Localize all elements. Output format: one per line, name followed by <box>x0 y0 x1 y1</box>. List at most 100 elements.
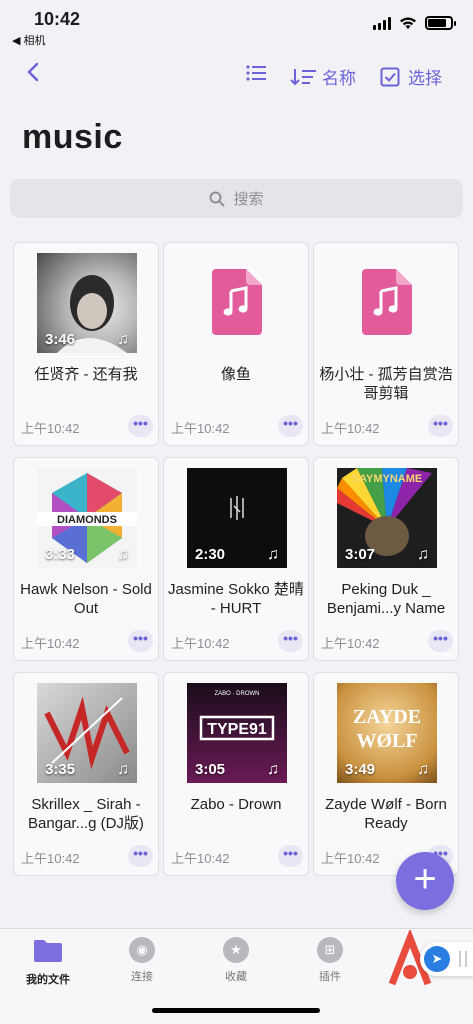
album-cover: 3:46 ♫ <box>37 253 137 353</box>
svg-text:ZABO · DROWN: ZABO · DROWN <box>215 691 260 697</box>
file-name: Zayde Wølf - Born Ready <box>325 796 447 832</box>
file-name: Jasmine Sokko 楚晴 - HURT <box>168 581 304 617</box>
file-date: 上午10:42 <box>21 851 80 866</box>
cart-icon: ⊞ <box>317 937 343 963</box>
album-cover: SAYMYNAME 3:07 ♫ <box>337 468 437 568</box>
file-card[interactable]: 2:30 ♫ Jasmine Sokko 楚晴 - HURT 上午10:42 •… <box>163 457 309 661</box>
file-name: 任贤齐 - 还有我 <box>34 366 138 383</box>
add-button[interactable]: + <box>396 852 454 910</box>
cellular-signal-icon <box>373 16 391 30</box>
file-date: 上午10:42 <box>171 421 230 436</box>
select-label: 选择 <box>408 69 442 88</box>
svg-text:ZAYDE: ZAYDE <box>353 706 421 728</box>
sort-label: 名称 <box>322 69 356 88</box>
duration-label: 3:49 <box>345 761 376 778</box>
file-card[interactable]: ZABO · DROWN TYPE91 3:05 ♫ Zabo - Drown … <box>163 672 309 876</box>
search-placeholder: 搜索 <box>233 191 264 208</box>
tab-label: 收藏 <box>225 971 247 983</box>
duration-label: 3:07 <box>345 546 376 563</box>
file-card[interactable]: ZAYDE WØLF 3:49 ♫ Zayde Wølf - Born Read… <box>313 672 459 876</box>
wifi-icon <box>400 17 416 29</box>
tab-label: 我的文件 <box>26 974 70 986</box>
more-options-button[interactable]: ••• <box>278 630 303 652</box>
more-options-button[interactable]: ••• <box>428 630 453 652</box>
file-date: 上午10:42 <box>171 636 230 651</box>
album-cover: 2:30 ♫ <box>187 468 287 568</box>
music-note-icon: ♫ <box>267 761 279 778</box>
svg-text:WØLF: WØLF <box>356 730 417 752</box>
album-cover: DIAMONDS 3:33 ♫ <box>37 468 137 568</box>
file-name: Zabo - Drown <box>190 796 282 813</box>
home-indicator <box>152 1008 320 1013</box>
star-icon: ★ <box>223 937 249 963</box>
file-name: Hawk Nelson - Sold Out <box>20 581 152 617</box>
more-options-button[interactable]: ••• <box>128 415 153 437</box>
wifi-icon: ◉ <box>129 937 155 963</box>
music-note-icon: ♫ <box>117 331 129 348</box>
music-file-icon <box>362 269 412 335</box>
duration-label: 3:35 <box>45 761 76 778</box>
duration-label: 2:30 <box>195 546 226 563</box>
battery-icon <box>425 16 456 30</box>
file-card[interactable]: 3:35 ♫ Skrillex _ Sirah - Bangar...g (DJ… <box>13 672 159 876</box>
assistive-widget[interactable]: ➤ <box>420 942 473 976</box>
sort-button[interactable]: 名称 <box>290 64 356 89</box>
file-card[interactable]: SAYMYNAME 3:07 ♫ Peking Duk _ Benjami...… <box>313 457 459 661</box>
music-note-icon: ♫ <box>417 761 429 778</box>
tab-label: 连接 <box>131 971 153 983</box>
back-to-app-link[interactable]: ◀ 相机 <box>12 32 46 48</box>
search-input[interactable]: 搜索 <box>10 179 463 218</box>
compass-icon: ➤ <box>424 946 450 972</box>
tab-plugins[interactable]: ⊞ 插件 <box>290 937 370 984</box>
file-card[interactable]: 像鱼 上午10:42 ••• <box>163 242 309 446</box>
file-date: 上午10:42 <box>321 421 380 436</box>
file-date: 上午10:42 <box>321 851 380 866</box>
duration-label: 3:05 <box>195 761 226 778</box>
file-card[interactable]: 3:46 ♫ 任贤齐 - 还有我 上午10:42 ••• <box>13 242 159 446</box>
navigation-bar: 名称 选择 <box>0 58 473 94</box>
grip-icon <box>459 951 467 967</box>
file-name: 杨小壮 - 孤芳自赏浩哥剪辑 <box>319 366 453 402</box>
status-bar: 10:42 ◀ 相机 <box>0 0 473 50</box>
file-name: 像鱼 <box>220 366 251 383</box>
select-button[interactable]: 选择 <box>380 64 442 89</box>
music-file-icon <box>212 269 262 335</box>
checkbox-icon <box>380 67 400 86</box>
sort-icon <box>290 68 316 85</box>
file-date: 上午10:42 <box>321 636 380 651</box>
file-name: Peking Duk _ Benjami...y Name <box>326 581 446 617</box>
more-options-button[interactable]: ••• <box>428 415 453 437</box>
more-options-button[interactable]: ••• <box>128 630 153 652</box>
music-note-icon: ♫ <box>117 546 129 563</box>
album-cover: ZABO · DROWN TYPE91 3:05 ♫ <box>187 683 287 783</box>
tab-my-files[interactable]: 我的文件 <box>8 937 88 987</box>
file-grid: 3:46 ♫ 任贤齐 - 还有我 上午10:42 ••• 像鱼 上午10:42 … <box>13 242 460 876</box>
tab-connect[interactable]: ◉ 连接 <box>102 937 182 984</box>
file-card[interactable]: DIAMONDS 3:33 ♫ Hawk Nelson - Sold Out 上… <box>13 457 159 661</box>
duration-label: 3:46 <box>45 331 76 348</box>
file-name: Skrillex _ Sirah - Bangar...g (DJ版) <box>28 796 144 832</box>
file-date: 上午10:42 <box>21 636 80 651</box>
file-card[interactable]: 杨小壮 - 孤芳自赏浩哥剪辑 上午10:42 ••• <box>313 242 459 446</box>
album-cover: 3:35 ♫ <box>37 683 137 783</box>
more-options-button[interactable]: ••• <box>128 845 153 867</box>
tab-favorites[interactable]: ★ 收藏 <box>196 937 276 984</box>
svg-text:DIAMONDS: DIAMONDS <box>57 514 117 526</box>
back-chevron-icon[interactable] <box>26 60 40 91</box>
svg-text:TYPE91: TYPE91 <box>207 721 267 738</box>
album-cover: ZAYDE WØLF 3:49 ♫ <box>337 683 437 783</box>
more-options-button[interactable]: ••• <box>278 845 303 867</box>
more-options-button[interactable]: ••• <box>278 415 303 437</box>
folder-icon <box>34 940 62 962</box>
music-note-icon: ♫ <box>417 546 429 563</box>
file-date: 上午10:42 <box>171 851 230 866</box>
music-note-icon: ♫ <box>267 546 279 563</box>
clock: 10:42 <box>34 9 81 29</box>
search-icon <box>209 191 226 207</box>
page-title: music <box>22 118 123 156</box>
list-view-icon[interactable] <box>246 64 266 87</box>
tab-label: 插件 <box>319 971 341 983</box>
music-note-icon: ♫ <box>117 761 129 778</box>
duration-label: 3:33 <box>45 546 76 563</box>
file-date: 上午10:42 <box>21 421 80 436</box>
